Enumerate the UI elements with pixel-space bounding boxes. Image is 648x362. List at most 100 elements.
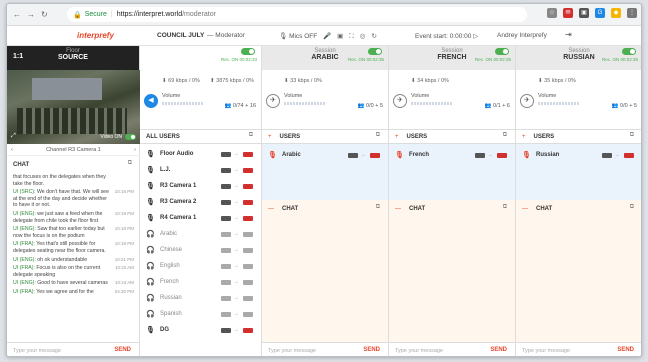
send-button[interactable]: SEND	[114, 347, 131, 353]
external-link-icon[interactable]: ⧉	[503, 132, 507, 139]
address-bar[interactable]: 🔒 Secure | https://interpret.world/moder…	[67, 7, 527, 22]
user-target-badge[interactable]	[243, 183, 253, 189]
external-link-icon[interactable]: ⧉	[376, 204, 380, 211]
user-row[interactable]: 🎧 English →	[140, 258, 261, 274]
layout-badge[interactable]: 1:1	[13, 53, 23, 60]
user-row[interactable]: 🎙 R3 Camera 1 →	[140, 178, 261, 194]
session-volume-slider[interactable]	[411, 102, 453, 105]
add-user-icon[interactable]: +	[395, 134, 399, 140]
user-source-badge[interactable]	[221, 199, 231, 205]
user-source-badge[interactable]	[221, 215, 231, 221]
user-target-badge[interactable]	[243, 215, 253, 221]
play-icon[interactable]: ▷	[473, 33, 478, 40]
user-target-badge[interactable]	[243, 279, 253, 285]
user-target-badge[interactable]	[370, 152, 380, 158]
user-row[interactable]: 🎙 Floor Audio →	[140, 146, 261, 162]
menu-icon[interactable]: ⋮	[627, 8, 637, 18]
user-source-badge[interactable]	[221, 247, 231, 253]
add-user-icon[interactable]: +	[522, 134, 526, 140]
user-target-badge[interactable]	[243, 327, 253, 333]
user-target-badge[interactable]	[243, 247, 253, 253]
user-row[interactable]: 🎧 Chinese →	[140, 242, 261, 258]
user-source-badge[interactable]	[221, 167, 231, 173]
mute-button[interactable]: ✈	[393, 94, 407, 108]
session-toggle[interactable]	[622, 48, 636, 55]
chevron-left-icon[interactable]: ‹	[11, 144, 13, 156]
session-send-button[interactable]: SEND	[490, 347, 507, 353]
translate-icon[interactable]: G	[595, 8, 605, 18]
toolbar-icons[interactable]: 🎤▣⛶◎↻	[323, 32, 383, 41]
mics-status[interactable]: 🎙 Mics OFF	[279, 32, 317, 40]
user-source-badge[interactable]	[221, 263, 231, 269]
video-feed[interactable]: ⤢ Video ON	[7, 70, 140, 144]
user-target-badge[interactable]	[624, 152, 634, 158]
chevron-right-icon[interactable]: ›	[134, 144, 136, 156]
user-source-badge[interactable]	[221, 311, 231, 317]
floor-message-input[interactable]: Type your message SEND	[7, 342, 139, 356]
extension-icon[interactable]: ◆	[611, 8, 621, 18]
external-link-icon[interactable]: ⧉	[503, 204, 507, 211]
collapse-icon[interactable]: —	[522, 206, 528, 212]
session-message-input[interactable]: Type your message SEND	[262, 342, 388, 356]
user-target-badge[interactable]	[243, 167, 253, 173]
session-send-button[interactable]: SEND	[617, 347, 634, 353]
fullscreen-icon[interactable]: ⤢	[11, 133, 16, 140]
logout-icon[interactable]: ⇥	[565, 30, 572, 39]
session-user-row[interactable]: 🎙 French →	[389, 147, 515, 163]
collapse-icon[interactable]: —	[268, 206, 274, 212]
session-volume-slider[interactable]	[284, 102, 326, 105]
user-source-badge[interactable]	[221, 279, 231, 285]
user-target-badge[interactable]	[243, 151, 253, 157]
session-message-input[interactable]: Type your message SEND	[389, 342, 515, 356]
user-source-badge[interactable]	[602, 152, 612, 158]
external-link-icon[interactable]: ⧉	[376, 132, 380, 139]
video-toggle[interactable]: Video ON	[100, 134, 136, 140]
user-source-badge[interactable]	[221, 231, 231, 237]
user-source-badge[interactable]	[221, 295, 231, 301]
session-send-button[interactable]: SEND	[363, 347, 380, 353]
forward-icon[interactable]: →	[27, 10, 35, 19]
user-source-badge[interactable]	[221, 151, 231, 157]
user-row[interactable]: 🎙 R3 Camera 2 →	[140, 194, 261, 210]
star-icon[interactable]: ☆	[547, 8, 557, 18]
external-link-icon[interactable]: ⧉	[630, 132, 634, 139]
user-source-badge[interactable]	[221, 327, 231, 333]
session-toggle[interactable]	[495, 48, 509, 55]
volume-slider[interactable]	[162, 102, 204, 105]
collapse-icon[interactable]: —	[395, 206, 401, 212]
user-row[interactable]: 🎧 Spanish →	[140, 306, 261, 322]
user-row[interactable]: 🎙 R4 Camera 1 →	[140, 210, 261, 226]
video-switch[interactable]	[125, 134, 136, 140]
user-row[interactable]: 🎙 DG →	[140, 322, 261, 338]
back-icon[interactable]: ←	[13, 10, 21, 19]
user-target-badge[interactable]	[243, 231, 253, 237]
external-link-icon[interactable]: ⧉	[249, 132, 253, 139]
session-toggle[interactable]	[368, 48, 382, 55]
external-link-icon[interactable]: ⧉	[630, 204, 634, 211]
user-name[interactable]: Andrey Interprefy	[497, 32, 547, 39]
extension-icon[interactable]: ▣	[579, 8, 589, 18]
session-user-row[interactable]: 🎙 Arabic →	[262, 147, 388, 163]
user-row[interactable]: 🎧 Russian →	[140, 290, 261, 306]
user-target-badge[interactable]	[243, 295, 253, 301]
extension-icon[interactable]: ✉	[563, 8, 573, 18]
user-row[interactable]: 🎙 L.J. →	[140, 162, 261, 178]
user-target-badge[interactable]	[243, 199, 253, 205]
mute-button[interactable]: ✈	[520, 94, 534, 108]
user-row[interactable]: 🎧 French →	[140, 274, 261, 290]
session-user-row[interactable]: 🎙 Russian →	[516, 147, 641, 163]
user-target-badge[interactable]	[243, 263, 253, 269]
user-source-badge[interactable]	[475, 152, 485, 158]
session-volume-slider[interactable]	[538, 102, 580, 105]
user-source-badge[interactable]	[348, 152, 358, 158]
mute-button[interactable]: ✈	[266, 94, 280, 108]
user-source-badge[interactable]	[221, 183, 231, 189]
session-message-input[interactable]: Type your message SEND	[516, 342, 641, 356]
add-user-icon[interactable]: +	[268, 134, 272, 140]
channel-selector[interactable]: ‹ Channel R3 Camera 1 ›	[7, 144, 140, 156]
floor-toggle[interactable]	[241, 48, 255, 55]
user-target-badge[interactable]	[243, 311, 253, 317]
user-target-badge[interactable]	[497, 152, 507, 158]
broadcast-button[interactable]: ◀	[144, 94, 158, 108]
user-row[interactable]: 🎧 Arabic →	[140, 226, 261, 242]
